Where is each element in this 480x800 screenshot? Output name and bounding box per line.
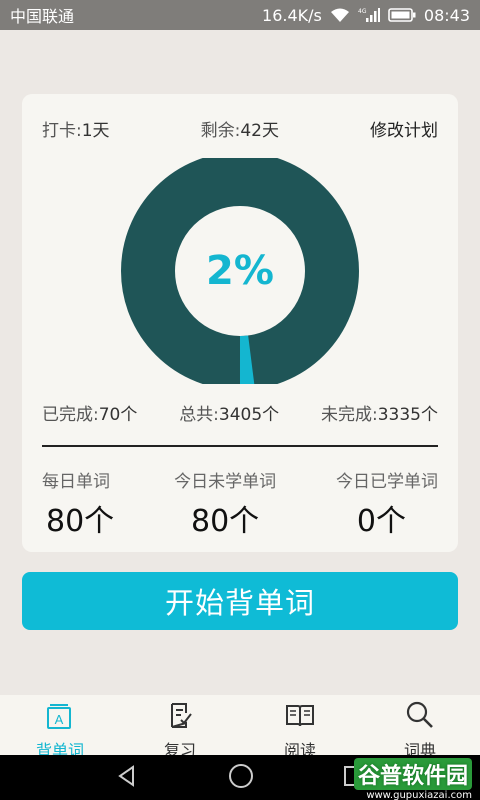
remaining-count-label: 未完成: <box>321 404 378 425</box>
watermark: 谷普软件园 www.gupuxiazai.com <box>353 758 472 800</box>
wifi-icon <box>330 7 350 23</box>
learned-today-label: 今日已学单词 <box>336 472 438 492</box>
network-speed: 16.4K/s <box>262 5 322 25</box>
learned-today: 今日已学单词 0个 <box>336 467 438 540</box>
unlearned-today-value: 80个 <box>191 504 260 539</box>
start-memorize-button[interactable]: 开始背单词 <box>22 572 458 630</box>
status-right: 16.4K/s 4G 08:43 <box>262 6 470 25</box>
daily-words: 每日单词 80个 <box>42 467 114 540</box>
signal-icon: 4G <box>358 7 380 23</box>
watermark-url: www.gupuxiazai.com <box>366 790 472 800</box>
remaining-days: 剩余:42天 <box>201 116 279 141</box>
svg-text:A: A <box>55 712 64 727</box>
network-type-label: 4G <box>358 8 367 15</box>
remaining-count: 未完成:3335个 <box>321 400 438 425</box>
remaining-label: 剩余: <box>200 120 241 141</box>
back-icon[interactable] <box>115 764 139 792</box>
home-icon[interactable] <box>228 763 254 793</box>
unlearned-today-label: 今日未学单词 <box>174 472 277 492</box>
total-label: 总共: <box>179 404 219 425</box>
plan-card: 打卡:1天 剩余:42天 修改计划 2% 已完成:70个 总共:3405个 未完… <box>22 94 458 552</box>
remaining-value: 42天 <box>240 120 279 141</box>
total-value: 3405个 <box>218 404 280 425</box>
unlearned-today: 今日未学单词 80个 <box>174 467 276 540</box>
magnifier-icon <box>404 699 436 735</box>
plan-row: 打卡:1天 剩余:42天 修改计划 <box>42 114 438 142</box>
stats-row: 已完成:70个 总共:3405个 未完成:3335个 <box>42 398 438 426</box>
checkin-label: 打卡: <box>42 120 82 141</box>
tab-review[interactable]: 复习 <box>120 695 240 760</box>
daily-words-value: 80个 <box>46 504 115 539</box>
watermark-brand: 谷普软件园 <box>353 758 472 790</box>
total-count: 总共:3405个 <box>179 400 279 425</box>
bottom-tab-bar: A 背单词 复习 阅读 词典 <box>0 695 480 760</box>
completed-value: 70个 <box>98 404 138 425</box>
battery-icon <box>388 7 416 23</box>
card-a-icon: A <box>44 699 76 735</box>
learned-today-value: 0个 <box>356 504 406 539</box>
tab-reading[interactable]: 阅读 <box>240 695 360 760</box>
daily-summary: 每日单词 80个 今日未学单词 80个 今日已学单词 0个 <box>42 467 438 540</box>
divider <box>42 445 438 447</box>
book-icon <box>284 699 316 735</box>
carrier-name: 中国联通 <box>10 7 75 26</box>
progress-percent: 2% <box>206 248 274 294</box>
daily-words-label: 每日单词 <box>42 472 110 492</box>
clock: 08:43 <box>423 5 470 25</box>
checkin-value: 1天 <box>81 120 110 141</box>
completed-count: 已完成:70个 <box>42 400 137 425</box>
note-check-icon <box>164 699 196 735</box>
remaining-count-value: 3335个 <box>377 404 438 425</box>
edit-plan-button[interactable]: 修改计划 <box>370 116 438 141</box>
tab-dictionary[interactable]: 词典 <box>360 695 480 760</box>
checkin-days: 打卡:1天 <box>42 116 110 141</box>
status-bar: 中国联通 16.4K/s 4G 08:43 <box>0 0 480 30</box>
completed-label: 已完成: <box>42 404 99 425</box>
progress-ring: 2% <box>120 152 360 390</box>
tab-memorize[interactable]: A 背单词 <box>0 695 120 760</box>
